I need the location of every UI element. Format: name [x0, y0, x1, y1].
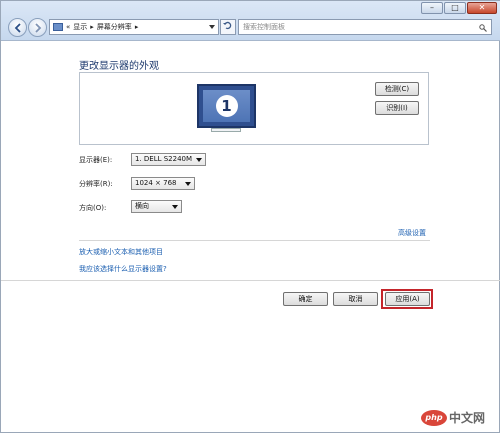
display-label: 显示器(E): [79, 156, 113, 164]
window: – □ ✕ « 显示 ▸ 屏幕分辨率 ▸ 搜索控制面板 更改显示器的外观 1 检… [0, 0, 500, 433]
breadcrumb-separator: ▸ [90, 23, 94, 31]
page-title: 更改显示器的外观 [79, 61, 159, 72]
arrow-left-icon [14, 23, 21, 33]
display-select[interactable]: 1. DELL S2240M [131, 153, 206, 166]
orientation-label: 方向(O): [79, 204, 107, 212]
footer-divider [1, 280, 500, 281]
breadcrumb-separator: ▸ [134, 23, 139, 31]
arrow-right-icon [35, 23, 42, 33]
forward-button[interactable] [28, 18, 47, 37]
chevron-down-icon [196, 158, 202, 162]
close-button[interactable]: ✕ [467, 2, 497, 14]
display-preview: 1 检测(C) 识别(I) [79, 72, 429, 145]
apply-button[interactable]: 应用(A) [385, 292, 430, 306]
refresh-icon [223, 21, 232, 30]
monitor-number: 1 [215, 95, 238, 117]
resolution-label: 分辨率(R): [79, 180, 113, 188]
which-settings-link[interactable]: 我应该选择什么显示器设置? [79, 264, 167, 274]
address-toolbar: – □ ✕ « 显示 ▸ 屏幕分辨率 ▸ 搜索控制面板 [1, 1, 500, 41]
detect-button[interactable]: 检测(C) [375, 82, 419, 96]
cancel-button[interactable]: 取消 [333, 292, 378, 306]
display-value: 1. DELL S2240M [135, 155, 193, 163]
refresh-button[interactable] [220, 19, 236, 35]
chevron-down-icon [185, 182, 191, 186]
divider [79, 240, 430, 241]
php-logo: php [421, 409, 447, 426]
advanced-settings-link[interactable]: 高级设置 [398, 228, 426, 238]
address-bar[interactable]: « 显示 ▸ 屏幕分辨率 ▸ [49, 19, 219, 35]
watermark-text: 中文网 [449, 411, 486, 425]
back-button[interactable] [8, 18, 27, 37]
breadcrumb-display[interactable]: 显示 [73, 22, 87, 32]
chevron-down-icon[interactable] [209, 24, 215, 30]
orientation-select[interactable]: 横向 [131, 200, 182, 213]
search-icon [479, 24, 487, 32]
search-input[interactable]: 搜索控制面板 [238, 19, 492, 35]
breadcrumb-prefix: « [66, 23, 71, 31]
ok-button[interactable]: 确定 [283, 292, 328, 306]
chevron-down-icon [172, 205, 178, 209]
caption-buttons: – □ ✕ [421, 2, 497, 14]
monitor-stand [211, 128, 241, 132]
monitor-icon[interactable]: 1 [197, 84, 256, 132]
control-panel-icon [53, 23, 63, 31]
text-size-link[interactable]: 放大或缩小文本和其他项目 [79, 247, 163, 257]
watermark: php 中文网 [421, 409, 485, 426]
maximize-button[interactable]: □ [444, 2, 466, 14]
resolution-select[interactable]: 1024 × 768 [131, 177, 195, 190]
resolution-value: 1024 × 768 [135, 179, 177, 187]
identify-button[interactable]: 识别(I) [375, 101, 419, 115]
minimize-button[interactable]: – [421, 2, 443, 14]
breadcrumb-resolution[interactable]: 屏幕分辨率 [97, 22, 132, 32]
orientation-value: 横向 [135, 202, 149, 210]
search-placeholder: 搜索控制面板 [243, 23, 285, 31]
